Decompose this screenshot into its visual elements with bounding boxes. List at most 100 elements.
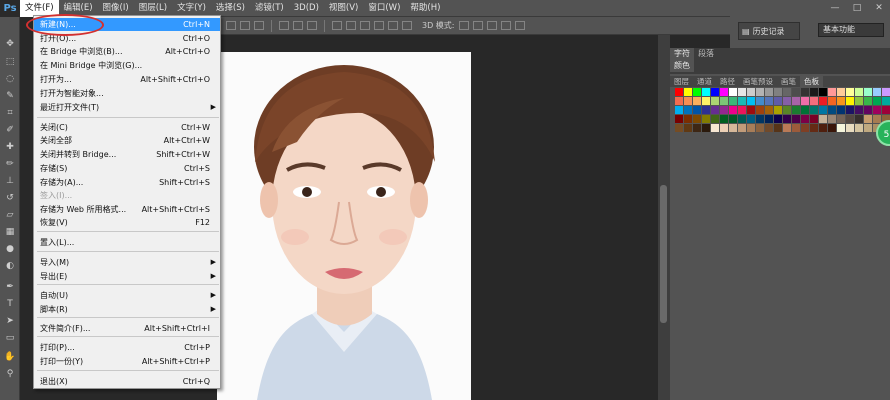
color-swatch[interactable] xyxy=(720,88,728,96)
distribute-center-icon[interactable] xyxy=(388,21,398,30)
file-menu-item[interactable]: 自动(U) ▶ xyxy=(34,289,220,302)
color-swatch[interactable] xyxy=(810,124,818,132)
tab-brush[interactable]: 画笔 xyxy=(777,76,800,87)
color-swatch[interactable] xyxy=(756,88,764,96)
color-swatch[interactable] xyxy=(720,124,728,132)
color-swatch[interactable] xyxy=(720,97,728,105)
healing-tool-icon[interactable]: ✚ xyxy=(4,142,16,152)
color-swatch[interactable] xyxy=(684,97,692,105)
color-swatch[interactable] xyxy=(864,124,872,132)
color-swatch[interactable] xyxy=(828,88,836,96)
align-bottom-icon[interactable] xyxy=(254,21,264,30)
color-swatch[interactable] xyxy=(837,115,845,123)
color-swatch[interactable] xyxy=(774,106,782,114)
color-swatch[interactable] xyxy=(693,106,701,114)
tab-layers[interactable]: 图层 xyxy=(670,76,693,87)
distribute-right-icon[interactable] xyxy=(402,21,412,30)
path-select-icon[interactable]: ➤ xyxy=(4,316,16,326)
menu-filter[interactable]: 滤镜(T) xyxy=(250,0,289,17)
color-swatch[interactable] xyxy=(837,97,845,105)
tab-paths[interactable]: 路径 xyxy=(716,76,739,87)
file-menu-item[interactable]: 关闭全部 Alt+Ctrl+W xyxy=(34,134,220,147)
file-menu-item[interactable]: 存储(S) Ctrl+S xyxy=(34,162,220,175)
color-swatch[interactable] xyxy=(729,115,737,123)
color-swatch[interactable] xyxy=(711,97,719,105)
workspace-select[interactable]: 基本功能 xyxy=(818,23,884,37)
color-swatch[interactable] xyxy=(810,115,818,123)
color-swatch[interactable] xyxy=(765,88,773,96)
file-menu-item[interactable]: 存储为 Web 所用格式... Alt+Shift+Ctrl+S xyxy=(34,203,220,216)
eraser-tool-icon[interactable]: ▱ xyxy=(4,210,16,220)
shape-tool-icon[interactable]: ▭ xyxy=(4,333,16,343)
file-menu-item[interactable]: 退出(X) Ctrl+Q xyxy=(34,375,220,388)
menu-view[interactable]: 视图(V) xyxy=(324,0,363,17)
color-swatch[interactable] xyxy=(675,115,683,123)
color-swatch[interactable] xyxy=(774,97,782,105)
color-swatch[interactable] xyxy=(810,97,818,105)
color-swatch[interactable] xyxy=(855,115,863,123)
file-menu-item[interactable]: 文件简介(F)... Alt+Shift+Ctrl+I xyxy=(34,322,220,335)
color-swatch[interactable] xyxy=(792,106,800,114)
color-swatch[interactable] xyxy=(774,115,782,123)
distribute-bottom-icon[interactable] xyxy=(360,21,370,30)
color-swatch[interactable] xyxy=(693,88,701,96)
color-swatch[interactable] xyxy=(792,124,800,132)
color-swatch[interactable] xyxy=(801,97,809,105)
color-swatch[interactable] xyxy=(729,97,737,105)
color-swatch[interactable] xyxy=(711,115,719,123)
blur-tool-icon[interactable]: ● xyxy=(4,244,16,254)
color-swatch[interactable] xyxy=(819,115,827,123)
tab-paragraph[interactable]: 段落 xyxy=(694,48,718,60)
align-left-icon[interactable] xyxy=(279,21,289,30)
file-menu-item[interactable]: 存储为(A)... Shift+Ctrl+S xyxy=(34,176,220,189)
color-swatch[interactable] xyxy=(684,88,692,96)
color-swatch[interactable] xyxy=(738,97,746,105)
file-menu-item[interactable]: 置入(L)... xyxy=(34,236,220,249)
tab-character[interactable]: 字符 xyxy=(670,48,694,60)
color-swatch[interactable] xyxy=(729,88,737,96)
minimize-icon[interactable]: — xyxy=(824,0,846,17)
color-swatch[interactable] xyxy=(810,88,818,96)
color-swatch[interactable] xyxy=(747,106,755,114)
color-swatch[interactable] xyxy=(684,115,692,123)
color-swatch[interactable] xyxy=(774,88,782,96)
color-swatch[interactable] xyxy=(864,115,872,123)
color-swatch[interactable] xyxy=(828,106,836,114)
tab-color[interactable]: 颜色 xyxy=(670,60,694,72)
color-swatch[interactable] xyxy=(828,115,836,123)
color-swatch[interactable] xyxy=(792,97,800,105)
color-swatch[interactable] xyxy=(756,115,764,123)
color-swatch[interactable] xyxy=(693,97,701,105)
file-menu-item[interactable]: 打印一份(Y) Alt+Shift+Ctrl+P xyxy=(34,355,220,368)
color-swatch[interactable] xyxy=(819,97,827,105)
color-swatch[interactable] xyxy=(801,115,809,123)
color-swatch[interactable] xyxy=(783,88,791,96)
color-swatch[interactable] xyxy=(675,124,683,132)
color-swatch[interactable] xyxy=(873,115,881,123)
distribute-middle-icon[interactable] xyxy=(346,21,356,30)
file-menu-item[interactable]: 恢复(V) F12 xyxy=(34,216,220,229)
align-middle-icon[interactable] xyxy=(240,21,250,30)
color-swatch[interactable] xyxy=(747,115,755,123)
color-swatch[interactable] xyxy=(864,88,872,96)
color-swatch[interactable] xyxy=(819,88,827,96)
color-swatch[interactable] xyxy=(819,106,827,114)
color-swatch[interactable] xyxy=(882,88,890,96)
color-swatch[interactable] xyxy=(801,124,809,132)
zoom-tool-icon[interactable]: ⚲ xyxy=(4,369,16,379)
color-swatch[interactable] xyxy=(684,106,692,114)
color-swatch[interactable] xyxy=(783,106,791,114)
color-swatch[interactable] xyxy=(765,124,773,132)
color-swatch[interactable] xyxy=(783,97,791,105)
file-menu-item[interactable]: 打开为智能对象... xyxy=(34,87,220,100)
color-swatch[interactable] xyxy=(774,124,782,132)
pen-tool-icon[interactable]: ✒ xyxy=(4,282,16,292)
color-swatch[interactable] xyxy=(873,88,881,96)
file-menu-item[interactable]: 导出(E) ▶ xyxy=(34,270,220,283)
tab-brush-presets[interactable]: 画笔预设 xyxy=(739,76,777,87)
color-swatch[interactable] xyxy=(792,115,800,123)
file-menu-item[interactable]: 在 Bridge 中浏览(B)... Alt+Ctrl+O xyxy=(34,45,220,58)
color-swatch[interactable] xyxy=(711,106,719,114)
move-tool-icon[interactable]: ✥ xyxy=(4,39,16,49)
color-swatch[interactable] xyxy=(801,88,809,96)
